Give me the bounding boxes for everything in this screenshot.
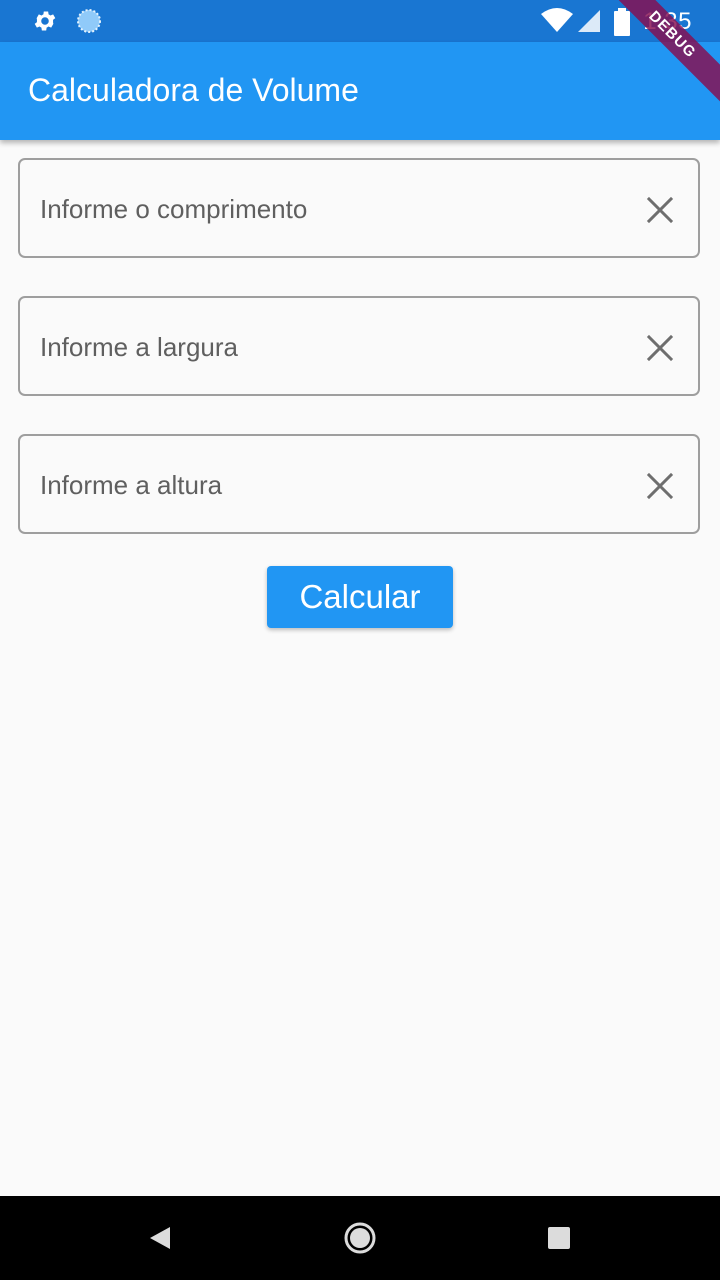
app-bar: Calculadora de Volume — [0, 42, 720, 140]
signal-icon — [576, 8, 602, 34]
home-circle-icon[interactable] — [340, 1218, 380, 1258]
back-triangle-icon[interactable] — [140, 1218, 180, 1258]
sync-circle-icon — [76, 8, 102, 34]
settings-gear-icon — [32, 8, 58, 34]
length-input[interactable]: Informe o comprimento — [18, 158, 700, 258]
close-icon[interactable] — [646, 334, 674, 362]
status-bar: 1:35 — [0, 0, 720, 42]
calculate-button[interactable]: Calcular — [267, 566, 453, 628]
wifi-icon — [540, 8, 574, 34]
width-input[interactable]: Informe a largura — [18, 296, 700, 396]
close-icon[interactable] — [646, 196, 674, 224]
width-input-label: Informe a largura — [40, 332, 238, 362]
height-input[interactable]: Informe a altura — [18, 434, 700, 534]
page-title: Calculadora de Volume — [28, 72, 359, 108]
app-screen: 1:35 DEBUG Calculadora de Volume Informe… — [0, 0, 720, 1280]
system-nav-bar — [0, 1196, 720, 1280]
length-input-label: Informe o comprimento — [40, 194, 308, 224]
height-input-label: Informe a altura — [40, 470, 223, 500]
close-icon[interactable] — [646, 472, 674, 500]
battery-icon — [612, 8, 632, 36]
recents-square-icon[interactable] — [539, 1218, 579, 1258]
